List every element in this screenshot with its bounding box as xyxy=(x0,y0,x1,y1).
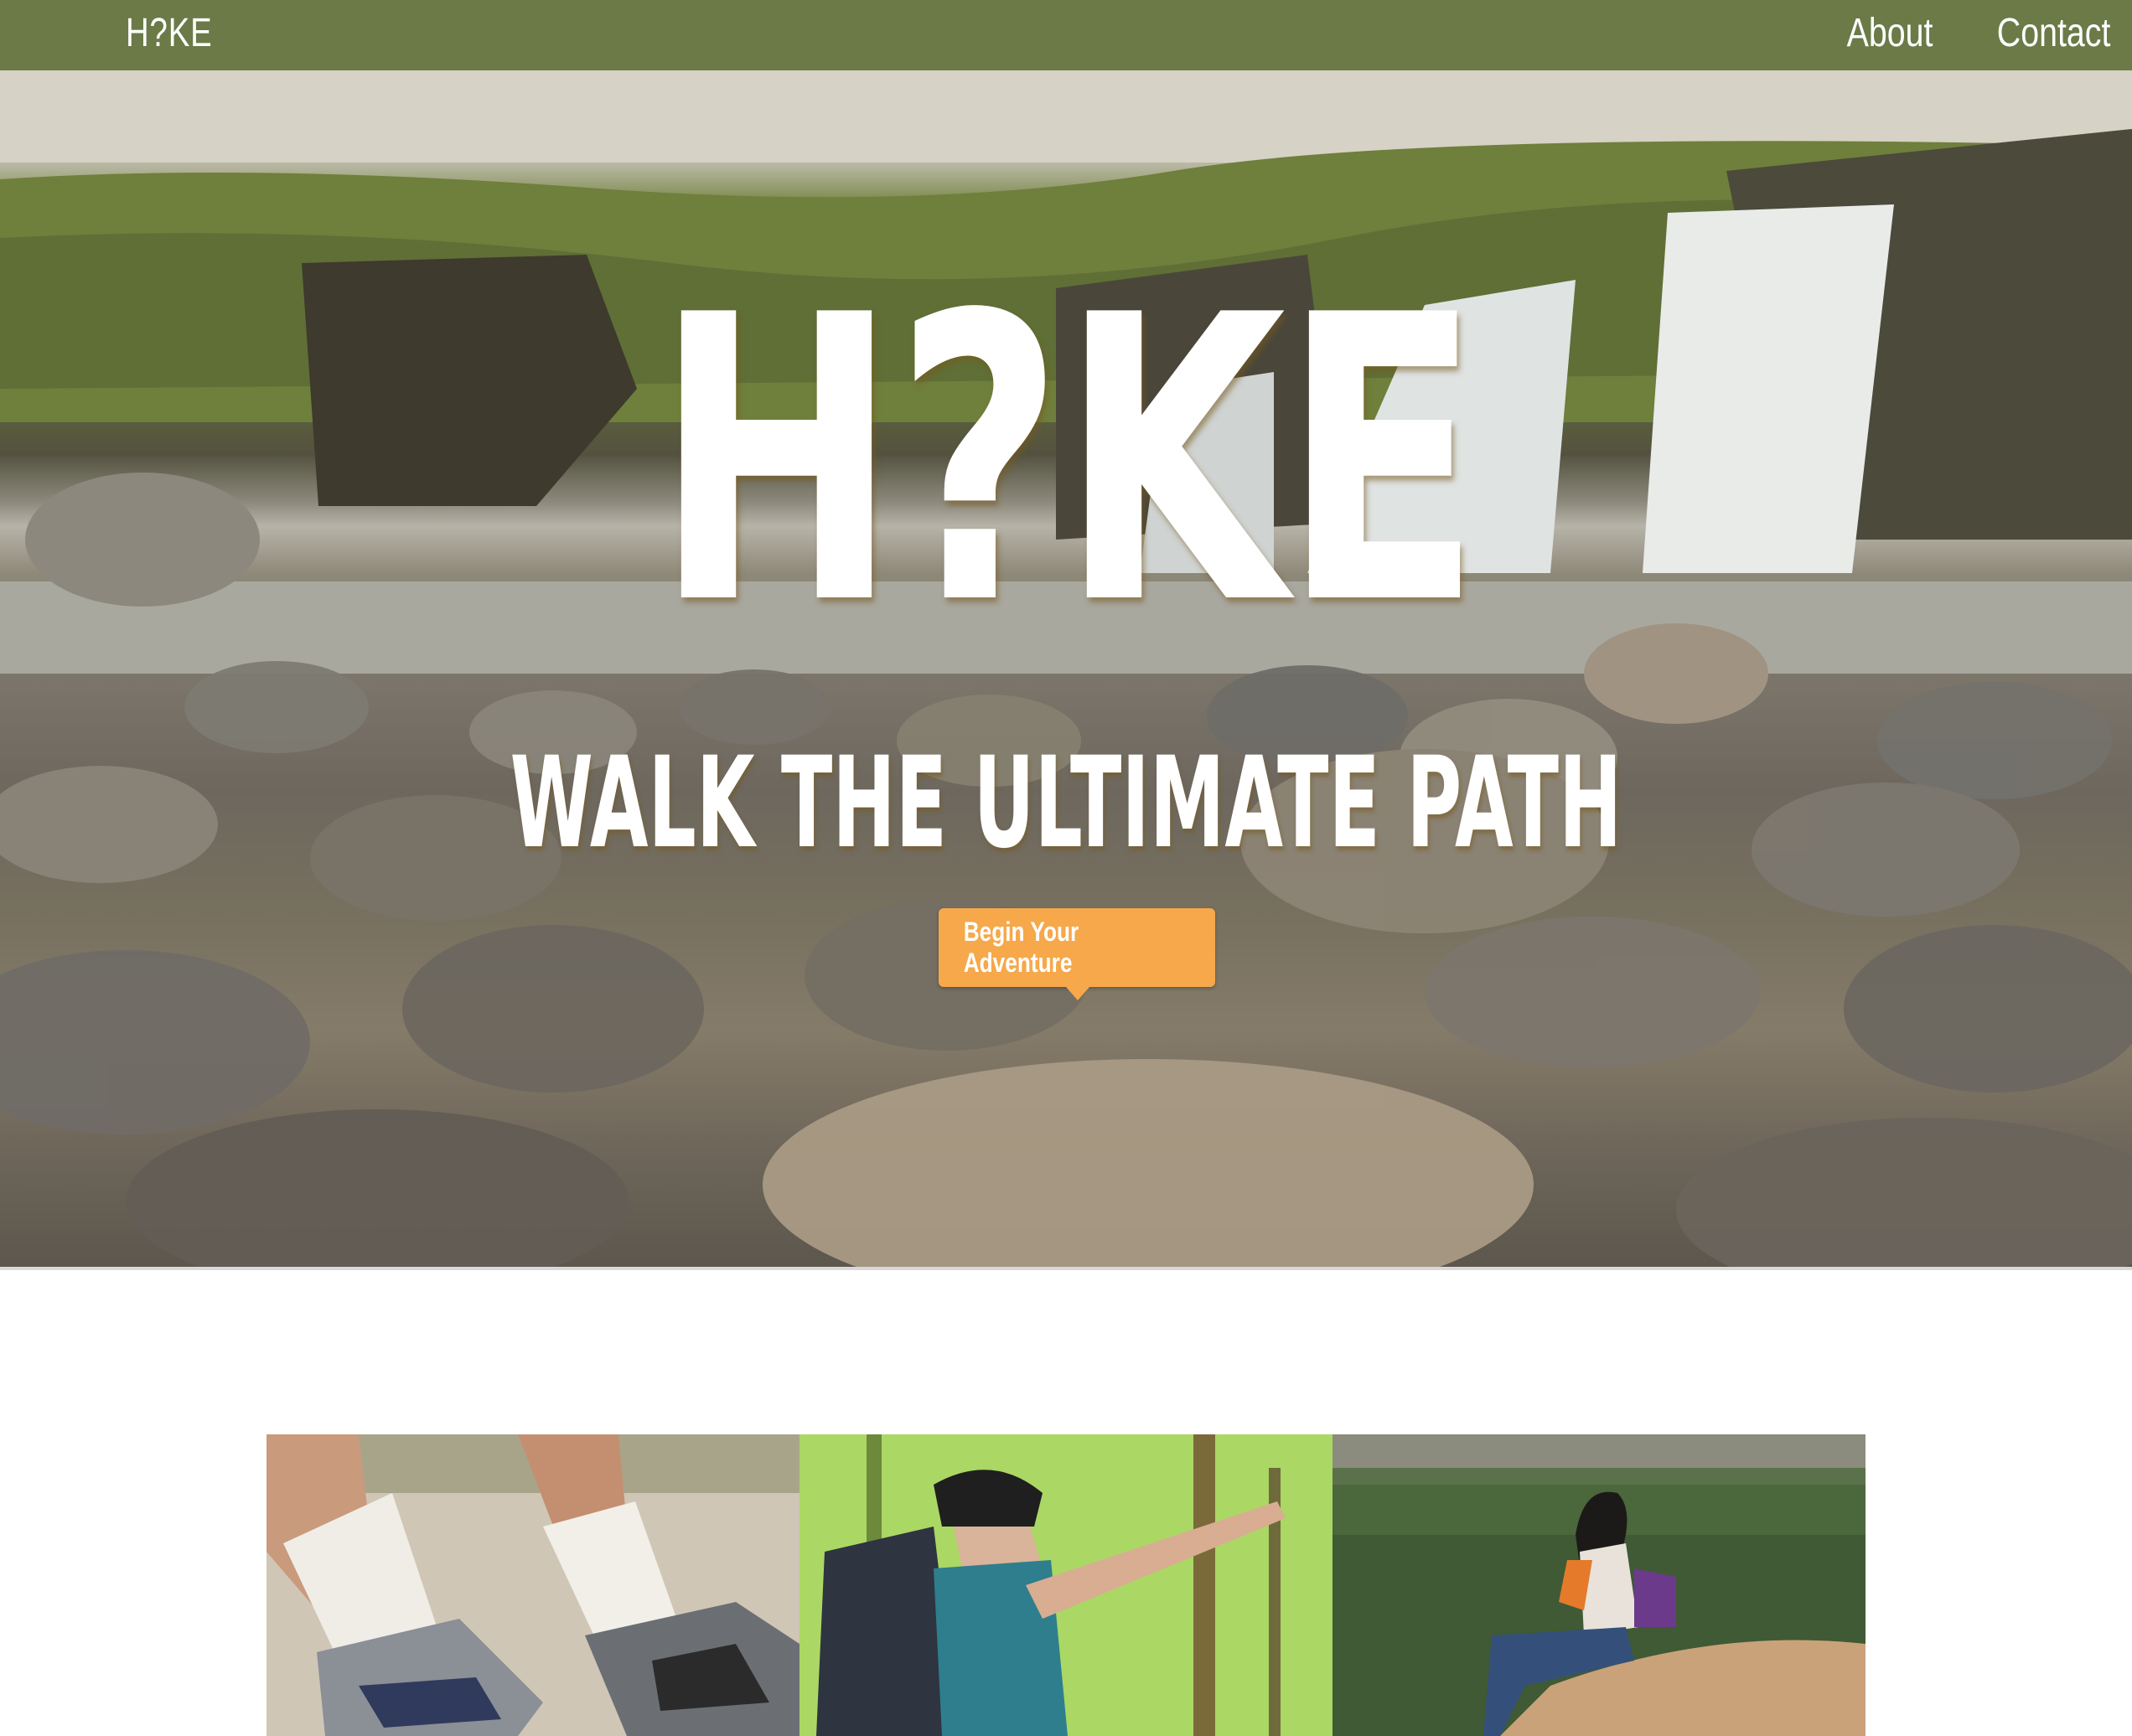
section-divider xyxy=(0,1267,2132,1270)
begin-adventure-label: Begin Your Adventure xyxy=(963,917,1079,978)
hiking-boots-photo xyxy=(266,1434,800,1736)
brand-logo-link[interactable]: H?KE xyxy=(126,10,213,56)
photo-gallery xyxy=(266,1434,1866,1736)
nav-link-contact[interactable]: Contact xyxy=(1996,10,2110,56)
hiker-pointing-photo xyxy=(800,1434,1332,1736)
navbar: H?KE About Contact xyxy=(0,0,2132,70)
begin-adventure-button[interactable]: Begin Your Adventure xyxy=(939,908,1215,987)
cta-pointer-arrow xyxy=(1066,987,1089,1000)
hiker-overlook-photo xyxy=(1332,1434,1866,1736)
hero-subtitle: WALK THE ULTIMATE PATH xyxy=(510,731,1622,876)
hero-section: H?KE WALK THE ULTIMATE PATH xyxy=(0,70,2132,1270)
nav-links: About Contact xyxy=(1828,10,2110,56)
hero-title: H?KE xyxy=(654,232,1482,690)
nav-link-about[interactable]: About xyxy=(1847,10,1933,56)
